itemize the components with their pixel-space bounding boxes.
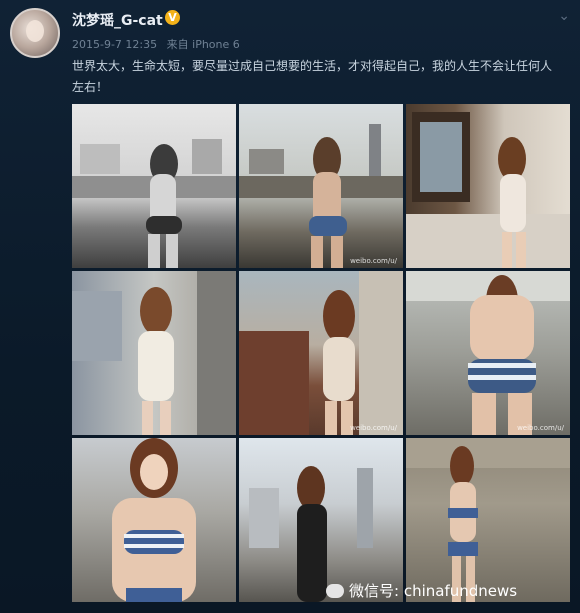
wechat-watermark: 微信号: chinafundnews bbox=[326, 580, 517, 601]
photo-tile-9[interactable] bbox=[406, 438, 570, 602]
photo-tile-7[interactable] bbox=[72, 438, 236, 602]
photo-7-image bbox=[112, 438, 196, 602]
wechat-icon bbox=[326, 584, 344, 598]
photo-4-image bbox=[72, 271, 236, 435]
photo-6-image bbox=[406, 271, 570, 435]
chevron-down-icon[interactable]: ⌄ bbox=[558, 8, 570, 24]
post-date[interactable]: 2015-9-7 12:35 bbox=[72, 38, 157, 51]
photo-tile-2[interactable]: weibo.com/u/ bbox=[239, 104, 403, 268]
verified-badge-icon: V bbox=[165, 10, 180, 25]
weibo-post: 沈梦瑶_G-cat V ⌄ 2015-9-7 12:35 来自 iPhone 6… bbox=[0, 0, 580, 613]
photo-1-image bbox=[72, 139, 236, 268]
photo-9-image bbox=[406, 438, 570, 602]
post-text: 世界太大，生命太短，要尽量过成自己想要的生活，才对得起自己，我的人生不会让任何人… bbox=[72, 59, 553, 94]
photo-watermark: weibo.com/u/ bbox=[517, 424, 564, 432]
photo-tile-3[interactable] bbox=[406, 104, 570, 268]
photo-watermark: weibo.com/u/ bbox=[350, 257, 397, 265]
photo-grid: weibo.com/u/ weibo.com/u/ weibo.com/u/ bbox=[72, 104, 570, 604]
avatar-face bbox=[26, 20, 44, 42]
post-meta: 2015-9-7 12:35 来自 iPhone 6 bbox=[72, 36, 246, 52]
photo-2-image bbox=[239, 124, 403, 268]
photo-tile-6[interactable]: weibo.com/u/ bbox=[406, 271, 570, 435]
photo-watermark: weibo.com/u/ bbox=[350, 424, 397, 432]
wechat-label: 微信号: chinafundnews bbox=[349, 582, 518, 600]
photo-8-image bbox=[249, 466, 373, 602]
photo-tile-8[interactable] bbox=[239, 438, 403, 602]
photo-tile-1[interactable] bbox=[72, 104, 236, 268]
post-source: 来自 iPhone 6 bbox=[166, 38, 240, 51]
photo-tile-5[interactable]: weibo.com/u/ bbox=[239, 271, 403, 435]
photo-3-image bbox=[406, 112, 570, 268]
username[interactable]: 沈梦瑶_G-cat bbox=[72, 10, 163, 30]
avatar[interactable] bbox=[10, 8, 60, 58]
photo-tile-4[interactable] bbox=[72, 271, 236, 435]
photo-5-image bbox=[239, 271, 403, 435]
